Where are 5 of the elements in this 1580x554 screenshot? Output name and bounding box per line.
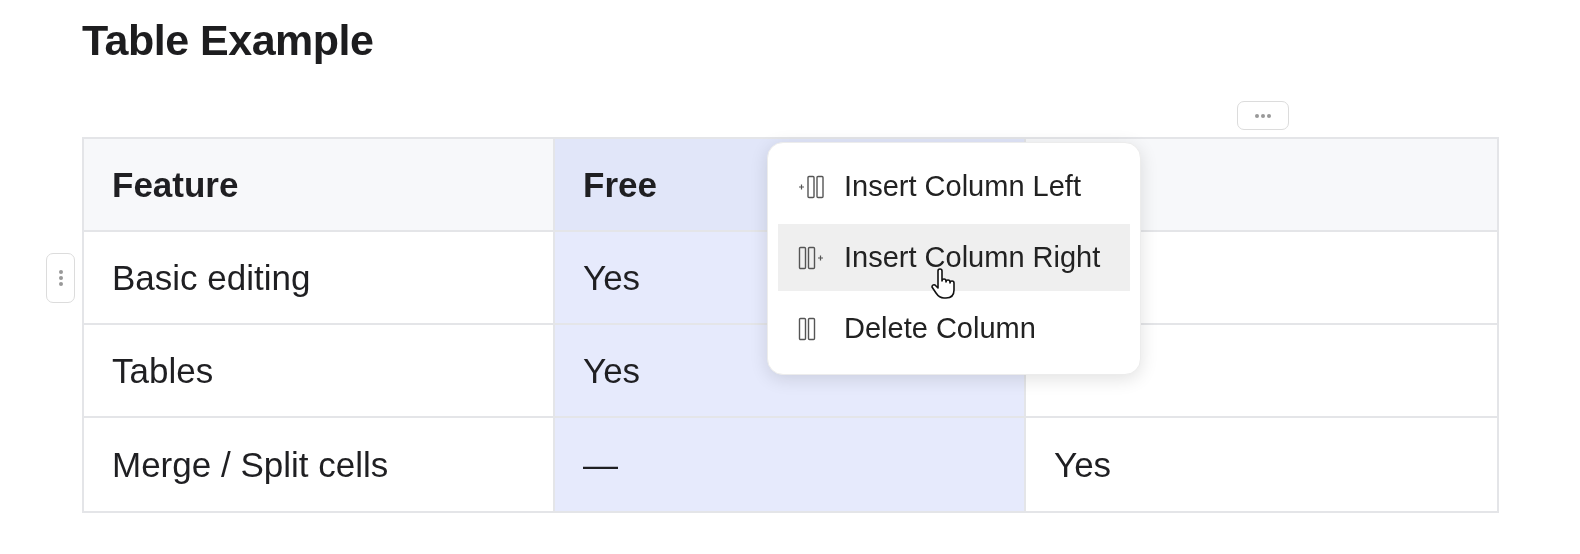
page-title: Table Example — [82, 16, 375, 65]
table-cell: Basic editing — [84, 232, 555, 325]
table-cell: — — [555, 418, 1026, 511]
table-cell: Tables — [84, 325, 555, 418]
menu-item-label: Insert Column Left — [844, 170, 1081, 203]
